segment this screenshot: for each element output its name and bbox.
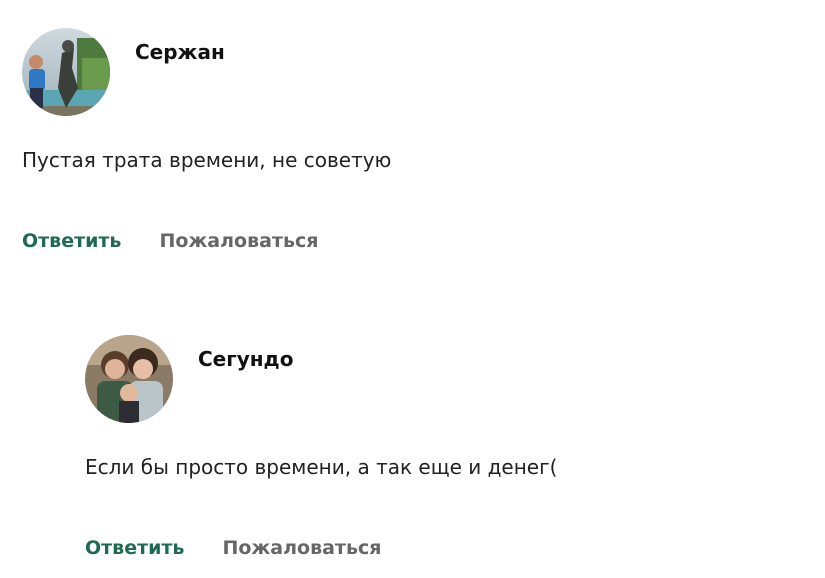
comment-text: Если бы просто времени, а так еще и дене… [85, 455, 558, 479]
avatar-photo [22, 28, 110, 116]
report-button[interactable]: Пожаловаться [159, 230, 318, 252]
comment-actions: Ответить Пожаловаться [85, 537, 381, 559]
report-button[interactable]: Пожаловаться [222, 537, 381, 559]
reply-button[interactable]: Ответить [85, 537, 184, 559]
avatar[interactable] [85, 335, 173, 423]
author-name: Сержан [135, 40, 225, 64]
comment-text: Пустая трата времени, не советую [22, 148, 392, 172]
avatar-photo [85, 335, 173, 423]
comment-actions: Ответить Пожаловаться [22, 230, 318, 252]
author-name: Сегундо [198, 347, 294, 371]
comments-thread: Сержан Пустая трата времени, не советую … [0, 0, 825, 578]
reply-button[interactable]: Ответить [22, 230, 121, 252]
avatar[interactable] [22, 28, 110, 116]
